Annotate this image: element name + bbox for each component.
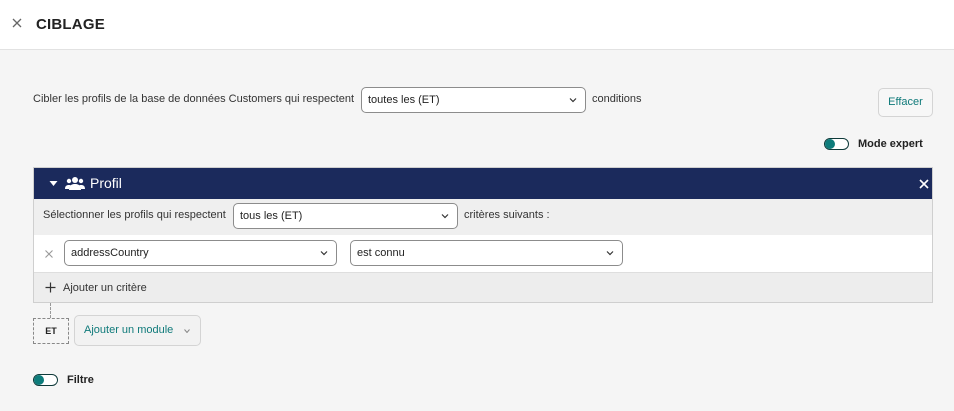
clear-button[interactable]: Effacer: [878, 88, 933, 117]
chevron-down-icon: [320, 251, 328, 256]
module-match-value: tous les (ET): [240, 210, 303, 222]
add-criterion-row[interactable]: Ajouter un critère: [34, 272, 932, 302]
chevron-down-icon: [606, 251, 614, 256]
targeting-suffix-text: conditions: [592, 93, 642, 105]
filter-label: Filtre: [67, 374, 94, 386]
module-header: Profil: [34, 168, 932, 199]
caret-down-icon[interactable]: [49, 180, 58, 187]
add-criterion-button[interactable]: Ajouter un critère: [63, 282, 147, 294]
targeting-match-value: toutes les (ET): [368, 94, 440, 106]
module-match-select[interactable]: tous les (ET): [233, 203, 458, 229]
chevron-down-icon: [441, 214, 449, 219]
module-match-row: Sélectionner les profils qui respectent …: [34, 199, 932, 235]
toggle-knob: [34, 375, 44, 385]
criterion-field-select[interactable]: addressCountry: [64, 240, 337, 266]
logic-operator-box[interactable]: ET: [33, 318, 69, 344]
criterion-operator-select[interactable]: est connu: [350, 240, 623, 266]
chevron-down-icon: [569, 98, 577, 103]
module-select-suffix: critères suivants :: [464, 209, 550, 221]
close-icon[interactable]: [10, 16, 24, 30]
expert-mode-label: Mode expert: [858, 138, 923, 150]
connector-line: [50, 303, 51, 318]
plus-icon: [45, 282, 56, 293]
expert-mode-toggle[interactable]: [824, 138, 849, 150]
profile-module: Profil Sélectionner les profils qui resp…: [33, 167, 933, 303]
header-bar: CIBLAGE: [0, 0, 954, 50]
chevron-down-icon: [184, 329, 190, 333]
targeting-match-select[interactable]: toutes les (ET): [361, 87, 586, 113]
module-select-prefix: Sélectionner les profils qui respectent: [43, 209, 226, 221]
filter-toggle[interactable]: [33, 374, 58, 386]
criterion-field-value: addressCountry: [71, 247, 149, 259]
add-module-button[interactable]: Ajouter un module: [74, 315, 201, 346]
module-title: Profil: [90, 175, 122, 191]
delete-criterion-icon[interactable]: [45, 250, 53, 258]
targeting-prefix-text: Cibler les profils de la base de données…: [33, 93, 355, 105]
users-icon: [65, 177, 85, 190]
page-title: CIBLAGE: [36, 16, 105, 33]
criterion-operator-value: est connu: [357, 247, 405, 259]
toggle-knob: [825, 139, 835, 149]
remove-module-icon[interactable]: [919, 179, 929, 189]
add-module-label: Ajouter un module: [84, 324, 174, 336]
criterion-row: addressCountry est connu: [34, 235, 932, 272]
